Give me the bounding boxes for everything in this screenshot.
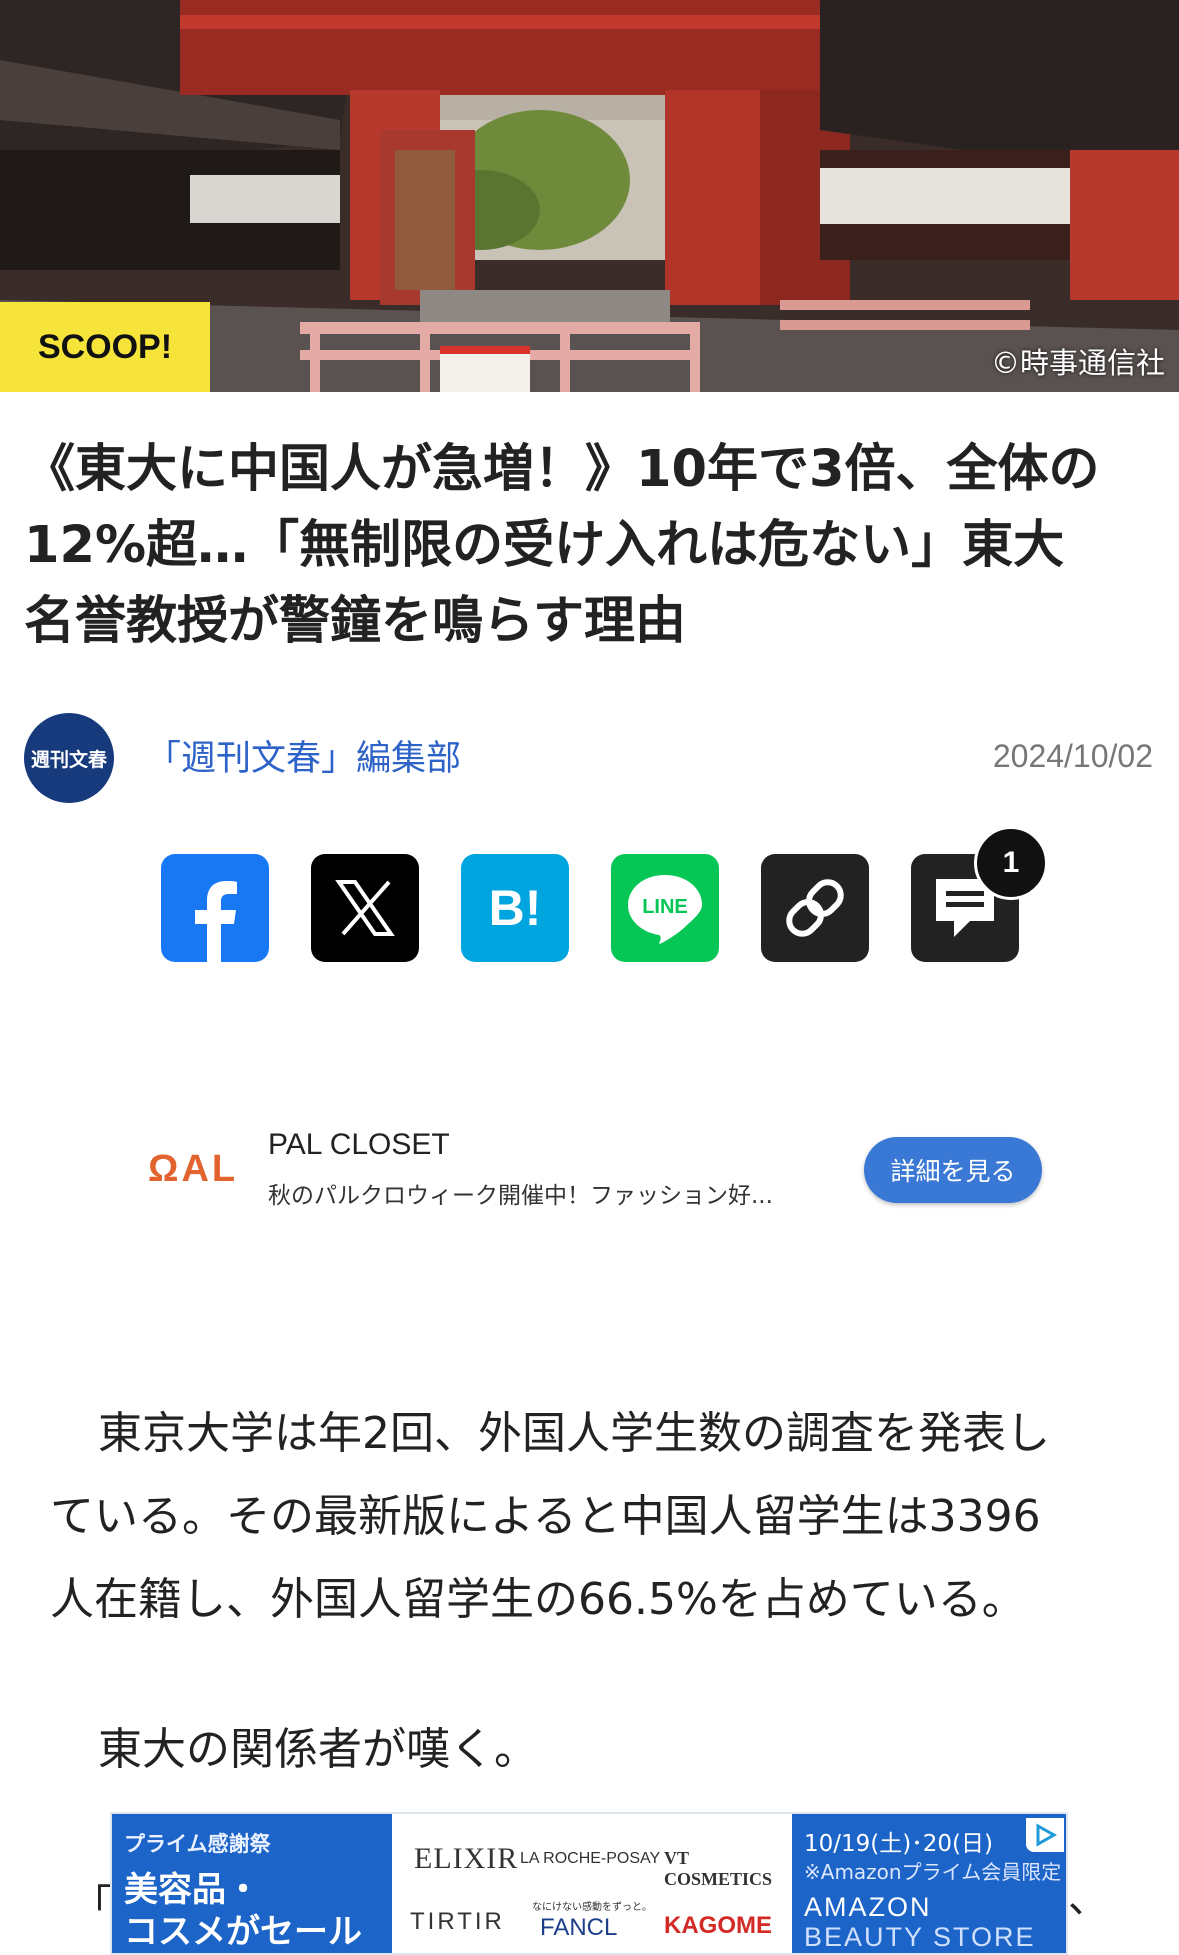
paragraph-line: ている。その最新版によると中国人留学生は3396 xyxy=(50,1491,1041,1542)
brand-logo: KAGOME xyxy=(664,1912,772,1939)
title-line: 12%超…「無制限の受け入れは危ない」東大 xyxy=(24,516,1065,575)
facebook-share-button[interactable] xyxy=(161,854,269,962)
brand-logo: LA ROCHE-POSAY xyxy=(520,1850,661,1867)
hero-image: SCOOP! ©時事通信社 xyxy=(0,0,1179,392)
brand-logo: TIRTIR xyxy=(410,1908,505,1935)
ad-left-panel: プライム感謝祭 美容品・ コスメがセール xyxy=(112,1814,392,1953)
facebook-icon xyxy=(195,881,237,962)
ad-store-name: BEAUTY STORE xyxy=(804,1922,1036,1952)
ad-headline: コスメがセール xyxy=(124,1912,362,1952)
play-triangle-icon xyxy=(1036,1823,1057,1847)
brand-logo: ELIXIR xyxy=(414,1842,519,1875)
line-icon: LINE xyxy=(628,875,702,944)
publish-date: 2024/10/02 xyxy=(992,738,1153,774)
line-icon-label: LINE xyxy=(642,896,688,918)
photo-credit: ©時事通信社 xyxy=(990,346,1165,380)
ad-description: 秋のパルクロウィーク開催中！ファッション好... xyxy=(268,1183,773,1209)
amazon-beauty-ad-banner[interactable]: プライム感謝祭 美容品・ コスメがセール ELIXIR LA ROCHE-POS… xyxy=(110,1812,1068,1955)
brand-logo: FANCL xyxy=(540,1914,618,1941)
copy-link-button[interactable] xyxy=(761,854,869,962)
paragraph-line: 東京大学は年2回、外国人学生数の調査を発表し xyxy=(98,1408,1050,1459)
comment-count-badge: 1 xyxy=(974,826,1048,900)
line-share-button[interactable]: LINE xyxy=(611,854,719,962)
hatena-bookmark-share-button[interactable]: B! xyxy=(461,854,569,962)
title-line: 《東大に中国人が急増！》10年で3倍、全体の xyxy=(24,440,1100,499)
x-share-button[interactable] xyxy=(311,854,419,962)
ad-dates: 10/19(土)･20(日) xyxy=(804,1831,993,1857)
publisher-logo[interactable]: 週刊文春 xyxy=(24,713,114,803)
pal-logo: ΩAL xyxy=(148,1148,239,1190)
ad-brand-grid: ELIXIR LA ROCHE-POSAY VT COSMETICS TIRTI… xyxy=(392,1814,792,1953)
paragraph-line: 人在籍し、外国人留学生の66.5%を占めている。 xyxy=(50,1574,1026,1625)
scoop-badge: SCOOP! xyxy=(0,302,210,392)
brand-tagline: なにけない感動をずっと。 xyxy=(532,1902,652,1913)
hatena-bookmark-icon: B! xyxy=(488,880,542,936)
author-link[interactable]: 「週刊文春」編集部 xyxy=(146,730,461,781)
quote-open: 「 xyxy=(72,1882,112,1928)
body-paragraph: 東京大学は年2回、外国人学生数の調査を発表し ている。その最新版によると中国人留… xyxy=(50,1392,1140,1641)
ad-title: PAL CLOSET xyxy=(268,1128,450,1161)
title-line: 名誉教授が警鐘を鳴らす理由 xyxy=(24,592,686,651)
adchoices-icon[interactable] xyxy=(1026,1818,1064,1852)
brand-logo: VT COSMETICS xyxy=(664,1848,773,1889)
paragraph-continuation: 、 xyxy=(1068,1876,1108,1922)
ad-note: ※Amazonプライム会員限定 xyxy=(804,1860,1062,1884)
link-icon xyxy=(786,879,844,937)
ad-right-panel: 10/19(土)･20(日) ※Amazonプライム会員限定 AMAZON BE… xyxy=(792,1814,1066,1953)
ad-sale-event: プライム感謝祭 xyxy=(124,1832,271,1856)
ad-details-button[interactable]: 詳細を見る xyxy=(864,1137,1042,1203)
x-icon xyxy=(335,880,395,936)
body-paragraph: 東大の関係者が嘆く。 xyxy=(98,1724,538,1775)
article-title: 《東大に中国人が急増！》10年で3倍、全体の 12%超…「無制限の受け入れは危な… xyxy=(24,432,1159,660)
ad-store-name: AMAZON xyxy=(804,1892,932,1922)
